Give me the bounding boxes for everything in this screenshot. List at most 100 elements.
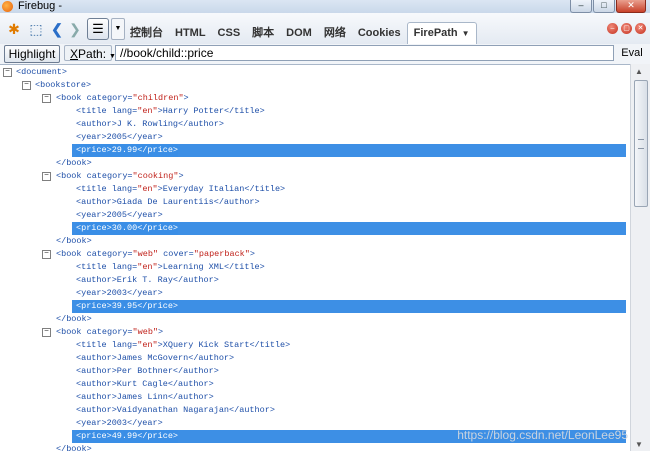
tree-row-book[interactable]: − <book category="web"> xyxy=(0,326,630,339)
minimize-button[interactable]: – xyxy=(570,0,592,13)
tab-firepath-label: FirePath xyxy=(413,27,458,39)
tree-row-author[interactable]: <author>Per Bothner</author> xyxy=(0,365,630,378)
tab-html[interactable]: HTML xyxy=(169,22,212,44)
eval-button[interactable]: Eval xyxy=(619,45,645,61)
tree-row-author[interactable]: <author>James Linn</author> xyxy=(0,391,630,404)
vertical-scrollbar[interactable]: ▲ ▼ xyxy=(630,64,650,451)
collapse-toggle-icon[interactable]: − xyxy=(42,328,51,337)
tree-row-title[interactable]: <title lang="en">XQuery Kick Start</titl… xyxy=(0,339,630,352)
tree-row-price-selected[interactable]: <price>30.00</price> xyxy=(0,222,630,235)
tree-row-book-close[interactable]: </book> xyxy=(0,313,630,326)
tab-script[interactable]: 脚本 xyxy=(246,22,280,44)
tree-row-year[interactable]: <year>2005</year> xyxy=(0,209,630,222)
tree-node-price: <price>30.00</price> xyxy=(76,222,179,235)
firefox-logo-icon xyxy=(2,1,13,12)
collapse-toggle-icon[interactable]: − xyxy=(3,68,12,77)
tree-node-book-close: </book> xyxy=(56,314,92,324)
scroll-down-arrow-icon[interactable]: ▼ xyxy=(635,440,643,449)
tree-node-year: <year>2005</year> xyxy=(76,132,163,142)
tree-node-price: <price>39.95</price> xyxy=(76,300,179,313)
tree-node-title: <title lang="en">Everyday Italian</title… xyxy=(76,184,286,194)
tree-row-book-close[interactable]: </book> xyxy=(0,235,630,248)
tree-row-book-close[interactable]: </book> xyxy=(0,157,630,170)
tree-row-book[interactable]: − <book category="cooking"> xyxy=(0,170,630,183)
xpath-label-rest: Path: xyxy=(78,47,107,61)
xpath-label-accel: X xyxy=(70,47,79,61)
minimize-firebug-icon[interactable]: – xyxy=(607,23,618,34)
tree-row-year[interactable]: <year>2003</year> xyxy=(0,287,630,300)
tree-node-book: <book category="cooking"> xyxy=(56,171,184,181)
tree-row-title[interactable]: <title lang="en">Learning XML</title> xyxy=(0,261,630,274)
collapse-toggle-icon[interactable]: − xyxy=(42,172,51,181)
watermark-text: https://blog.csdn.net/LeonLee95 xyxy=(457,428,628,442)
tree-row-author[interactable]: <author>James McGovern</author> xyxy=(0,352,630,365)
tree-row-book[interactable]: − <book category="web" cover="paperback"… xyxy=(0,248,630,261)
window-title: Firebug - xyxy=(18,0,63,12)
tree-row-bookstore[interactable]: − <bookstore> xyxy=(0,79,630,92)
tree-node-year: <year>2005</year> xyxy=(76,210,163,220)
tree-row-document[interactable]: − <document> xyxy=(0,66,630,79)
scrollbar-thumb[interactable] xyxy=(634,80,648,207)
tree-node-title: <title lang="en">Harry Potter</title> xyxy=(76,106,265,116)
maximize-button[interactable]: □ xyxy=(593,0,615,13)
collapse-toggle-icon[interactable]: − xyxy=(42,94,51,103)
firebug-menu-icon[interactable]: ✱ xyxy=(5,20,23,38)
firebug-window-controls: – ▢ ✕ xyxy=(607,23,646,34)
scroll-up-arrow-icon[interactable]: ▲ xyxy=(635,67,643,76)
tree-node-author: <author>Erik T. Ray</author> xyxy=(76,275,219,285)
tab-firepath[interactable]: FirePath ▼ xyxy=(406,22,477,45)
tree-node-author: <author>Kurt Cagle</author> xyxy=(76,379,214,389)
tree-row-price-selected[interactable]: <price>29.99</price> xyxy=(0,144,630,157)
window-titlebar: Firebug - – □ ✕ xyxy=(0,0,650,13)
tree-node-author: <author>Giada De Laurentiis</author> xyxy=(76,197,260,207)
xpath-mode-select[interactable]: XPath: ▼ xyxy=(64,45,116,61)
panel-list-icon[interactable]: ☰ xyxy=(87,18,109,40)
close-window-button[interactable]: ✕ xyxy=(616,0,646,13)
xpath-bar: Highlight XPath:▼ Eval xyxy=(0,44,650,65)
chevron-down-icon[interactable]: ▼ xyxy=(462,29,470,38)
collapse-toggle-icon[interactable]: − xyxy=(42,250,51,259)
panel-tabs: 控制台 HTML CSS 脚本 DOM 网络 Cookies FirePath ▼ xyxy=(124,22,477,45)
tree-row-author[interactable]: <author>J K. Rowling</author> xyxy=(0,118,630,131)
firebug-toolbar: ✱ ⬚ ❮ ❯ ☰ ▼ 控制台 HTML CSS 脚本 DOM 网络 Cooki… xyxy=(0,13,650,45)
tree-node-price: <price>49.99</price> xyxy=(76,430,179,443)
tree-row-price-selected[interactable]: <price>39.95</price> xyxy=(0,300,630,313)
panel-dropdown-button[interactable]: ▼ xyxy=(111,18,125,40)
tree-row-author[interactable]: <author>Erik T. Ray</author> xyxy=(0,274,630,287)
tab-css[interactable]: CSS xyxy=(212,22,247,44)
back-arrow-icon[interactable]: ❮ xyxy=(48,20,66,38)
tree-node-author: <author>J K. Rowling</author> xyxy=(76,119,224,129)
tree-node-book: <book category="web" cover="paperback"> xyxy=(56,249,255,259)
highlight-button[interactable]: Highlight xyxy=(4,45,60,63)
tree-node-author: <author>James Linn</author> xyxy=(76,392,214,402)
xpath-input[interactable] xyxy=(115,45,614,61)
tree-node-book-close: </book> xyxy=(56,158,92,168)
tab-console[interactable]: 控制台 xyxy=(124,22,169,44)
close-firebug-icon[interactable]: ✕ xyxy=(635,23,646,34)
tree-row-title[interactable]: <title lang="en">Harry Potter</title> xyxy=(0,105,630,118)
detach-firebug-icon[interactable]: ▢ xyxy=(621,23,632,34)
tree-row-author[interactable]: <author>Kurt Cagle</author> xyxy=(0,378,630,391)
dom-tree: − <document> − <bookstore> − <book categ… xyxy=(0,64,630,451)
tree-row-author[interactable]: <author>Vaidyanathan Nagarajan</author> xyxy=(0,404,630,417)
tree-node-year: <year>2003</year> xyxy=(76,288,163,298)
tab-network[interactable]: 网络 xyxy=(318,22,352,44)
inspect-element-icon[interactable]: ⬚ xyxy=(27,20,45,38)
tree-row-book-close[interactable]: </book> xyxy=(0,443,630,451)
tree-node-bookstore: <bookstore> xyxy=(35,80,92,90)
tree-node-document: <document> xyxy=(16,67,68,77)
tree-row-title[interactable]: <title lang="en">Everyday Italian</title… xyxy=(0,183,630,196)
forward-arrow-icon[interactable]: ❯ xyxy=(66,20,84,38)
window-controls: – □ ✕ xyxy=(570,0,646,13)
tree-row-year[interactable]: <year>2005</year> xyxy=(0,131,630,144)
tab-cookies[interactable]: Cookies xyxy=(352,22,407,44)
tree-node-book: <book category="web"> xyxy=(56,327,164,337)
tree-node-book: <book category="children"> xyxy=(56,93,189,103)
grip-icon xyxy=(638,139,644,149)
collapse-toggle-icon[interactable]: − xyxy=(22,81,31,90)
tree-row-author[interactable]: <author>Giada De Laurentiis</author> xyxy=(0,196,630,209)
tree-row-book[interactable]: − <book category="children"> xyxy=(0,92,630,105)
tab-dom[interactable]: DOM xyxy=(280,22,318,44)
tree-node-author: <author>James McGovern</author> xyxy=(76,353,235,363)
tree-node-year: <year>2003</year> xyxy=(76,418,163,428)
